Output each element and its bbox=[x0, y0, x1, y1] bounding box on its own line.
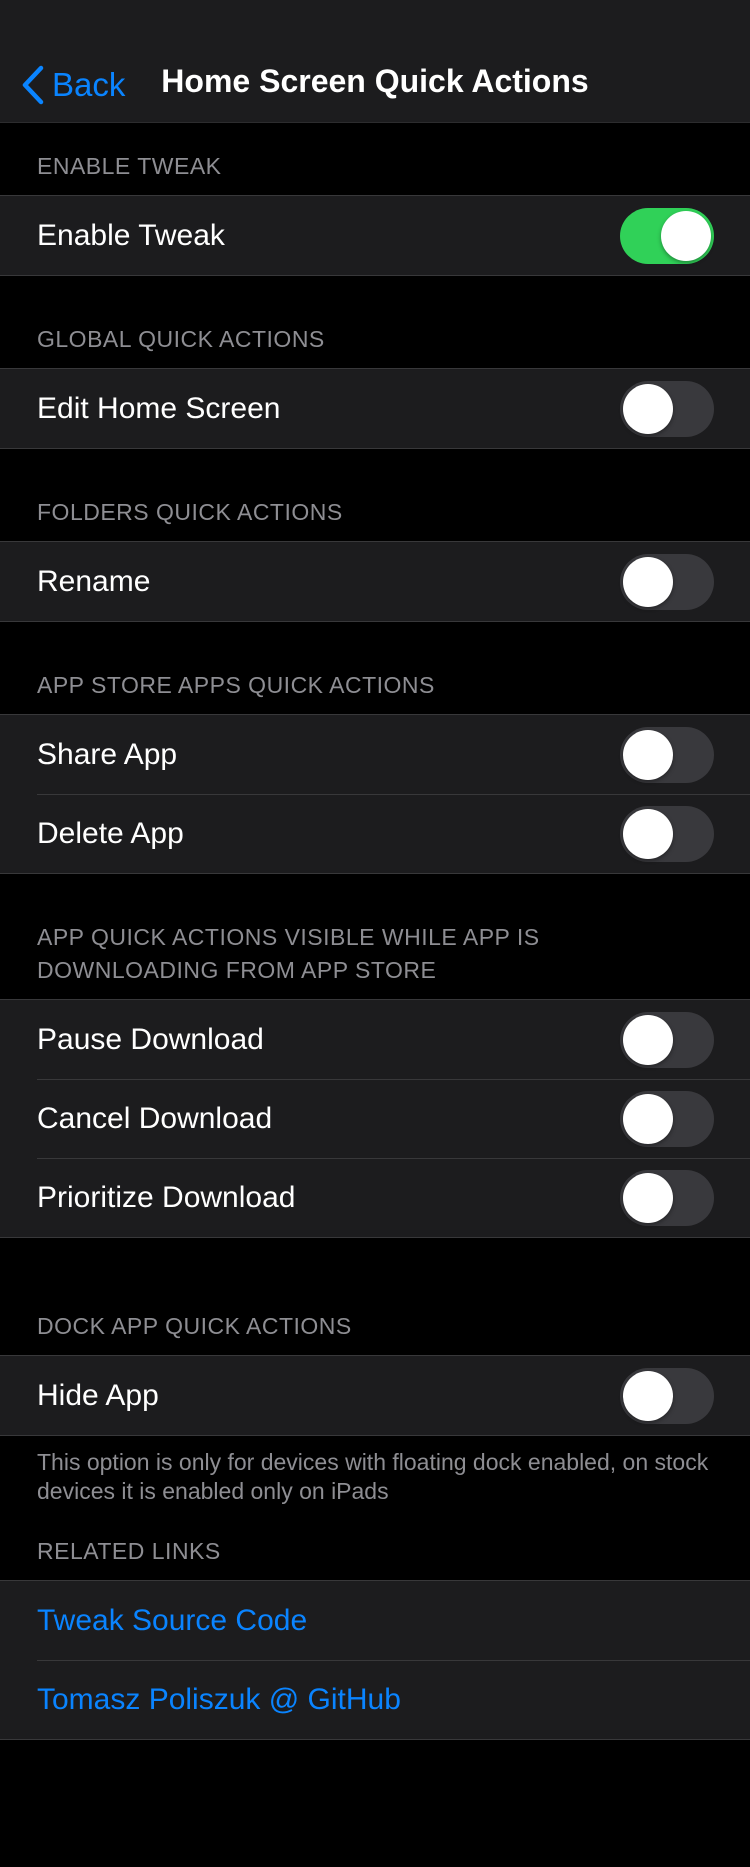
section-header-downloading-quick-actions: APP QUICK ACTIONS VISIBLE WHILE APP IS D… bbox=[37, 924, 540, 983]
edit-home-screen-toggle[interactable] bbox=[620, 381, 714, 437]
group-related-links: Tweak Source Code Tomasz Poliszuk @ GitH… bbox=[0, 1580, 750, 1740]
toggle-knob bbox=[661, 211, 711, 261]
hide-app-toggle[interactable] bbox=[620, 1368, 714, 1424]
toggle-knob bbox=[623, 1371, 673, 1421]
section-header-app-store-apps-quick-actions: APP STORE APPS QUICK ACTIONS bbox=[37, 672, 435, 698]
group-app-store-apps-quick-actions: Share App Delete App bbox=[0, 714, 750, 874]
toggle-knob bbox=[623, 809, 673, 859]
row-pause-download: Pause Download bbox=[0, 1000, 750, 1079]
group-dock-app-quick-actions: Hide App bbox=[0, 1355, 750, 1436]
section-header-dock-app-quick-actions: DOCK APP QUICK ACTIONS bbox=[37, 1313, 352, 1339]
row-label: Edit Home Screen bbox=[37, 391, 281, 425]
delete-app-toggle[interactable] bbox=[620, 806, 714, 862]
cancel-download-toggle[interactable] bbox=[620, 1091, 714, 1147]
github-profile-link[interactable]: Tomasz Poliszuk @ GitHub bbox=[37, 1683, 401, 1717]
group-enable-tweak: Enable Tweak bbox=[0, 195, 750, 276]
navigation-bar: Back Home Screen Quick Actions bbox=[0, 0, 750, 123]
toggle-knob bbox=[623, 557, 673, 607]
row-github-profile[interactable]: Tomasz Poliszuk @ GitHub bbox=[0, 1660, 750, 1739]
group-downloading-quick-actions: Pause Download Cancel Download Prioritiz… bbox=[0, 999, 750, 1238]
toggle-knob bbox=[623, 1094, 673, 1144]
row-tweak-source-code[interactable]: Tweak Source Code bbox=[0, 1581, 750, 1660]
settings-list: ENABLE TWEAK Enable Tweak GLOBAL QUICK A… bbox=[0, 123, 750, 1740]
row-share-app: Share App bbox=[0, 715, 750, 794]
prioritize-download-toggle[interactable] bbox=[620, 1170, 714, 1226]
row-delete-app: Delete App bbox=[0, 794, 750, 873]
row-enable-tweak: Enable Tweak bbox=[0, 196, 750, 275]
dock-section-footer-note: This option is only for devices with flo… bbox=[37, 1449, 709, 1504]
toggle-knob bbox=[623, 1015, 673, 1065]
share-app-toggle[interactable] bbox=[620, 727, 714, 783]
row-label: Hide App bbox=[37, 1378, 159, 1412]
row-hide-app: Hide App bbox=[0, 1356, 750, 1435]
row-label: Enable Tweak bbox=[37, 218, 225, 252]
row-rename: Rename bbox=[0, 542, 750, 621]
group-global-quick-actions: Edit Home Screen bbox=[0, 368, 750, 449]
section-header-enable-tweak: ENABLE TWEAK bbox=[37, 153, 222, 179]
rename-toggle[interactable] bbox=[620, 554, 714, 610]
section-header-global-quick-actions: GLOBAL QUICK ACTIONS bbox=[37, 326, 325, 352]
tweak-source-code-link[interactable]: Tweak Source Code bbox=[37, 1604, 307, 1638]
row-prioritize-download: Prioritize Download bbox=[0, 1158, 750, 1237]
toggle-knob bbox=[623, 1173, 673, 1223]
section-header-related-links: RELATED LINKS bbox=[37, 1538, 221, 1564]
group-folders-quick-actions: Rename bbox=[0, 541, 750, 622]
enable-tweak-toggle[interactable] bbox=[620, 208, 714, 264]
row-label: Cancel Download bbox=[37, 1101, 273, 1135]
page-title: Home Screen Quick Actions bbox=[161, 63, 589, 99]
row-label: Rename bbox=[37, 564, 151, 598]
section-header-folders-quick-actions: FOLDERS QUICK ACTIONS bbox=[37, 499, 343, 525]
row-cancel-download: Cancel Download bbox=[0, 1079, 750, 1158]
row-label: Pause Download bbox=[37, 1022, 264, 1056]
row-label: Delete App bbox=[37, 816, 184, 850]
row-label: Prioritize Download bbox=[37, 1180, 296, 1214]
toggle-knob bbox=[623, 384, 673, 434]
row-edit-home-screen: Edit Home Screen bbox=[0, 369, 750, 448]
toggle-knob bbox=[623, 730, 673, 780]
row-label: Share App bbox=[37, 737, 178, 771]
pause-download-toggle[interactable] bbox=[620, 1012, 714, 1068]
